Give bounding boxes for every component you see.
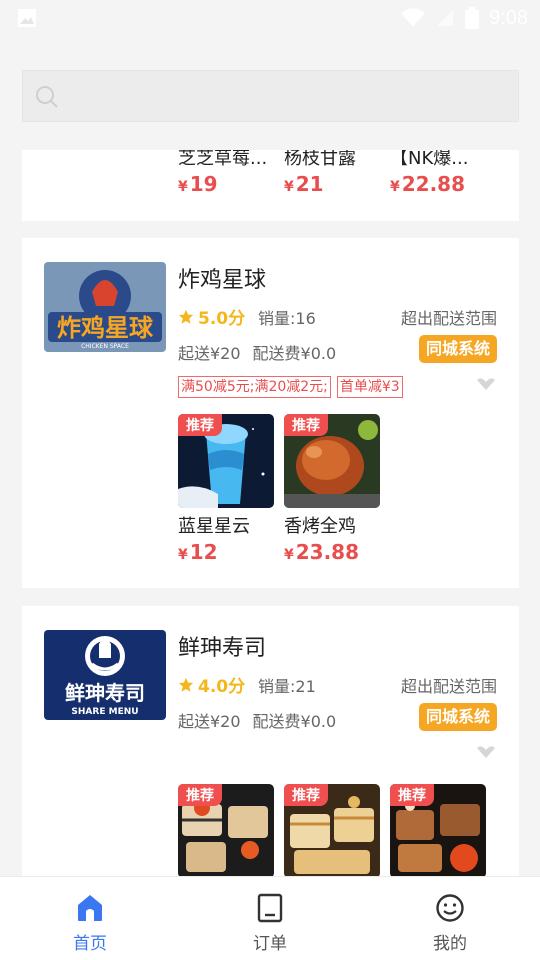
- shop-rating: 4.0分: [178, 672, 245, 697]
- product-item[interactable]: 推荐: [390, 784, 486, 876]
- tab-label: 订单: [253, 934, 287, 954]
- tab-home[interactable]: 首页: [0, 877, 180, 960]
- delivery-fee: 配送费¥0.0: [252, 712, 337, 731]
- shop-score: 5.0分: [198, 309, 246, 329]
- product-name: 芝芝草莓...: [178, 150, 268, 169]
- product-price: ¥23.88: [284, 540, 360, 564]
- city-system-tag: 同城系统: [418, 703, 497, 731]
- product-name: 蓝星星云: [178, 516, 250, 537]
- recommend-badge: 推荐: [178, 784, 222, 806]
- product-name: 【NK爆...: [390, 150, 469, 169]
- battery-icon: [465, 7, 480, 29]
- tab-label: 我的: [433, 934, 467, 954]
- order-icon: [257, 893, 283, 923]
- status-time: 9:08: [489, 6, 528, 29]
- recommend-badge: 推荐: [284, 414, 328, 436]
- shop-sales: 销量:21: [258, 677, 316, 696]
- svg-text:鲜珅寿司: 鲜珅寿司: [65, 681, 145, 705]
- delivery-fee: 配送费¥0.0: [252, 344, 337, 363]
- shop-fees: 起送¥20 配送费¥0.0: [178, 340, 336, 364]
- product-name: 香烤全鸡: [284, 516, 356, 537]
- svg-text:SHARE MENU: SHARE MENU: [71, 707, 138, 717]
- shop-card[interactable]: 鲜珅寿司 SHARE MENU 鲜珅寿司 4.0分 销量:21 超出配送范围 起…: [22, 606, 519, 876]
- product-price: ¥22.88: [390, 172, 466, 196]
- shop-logo: 鲜珅寿司 SHARE MENU: [44, 630, 166, 720]
- image-icon: [18, 9, 36, 27]
- recommend-badge: 推荐: [178, 414, 222, 436]
- product-image: 推荐: [178, 414, 274, 508]
- product-image: 推荐: [178, 784, 274, 876]
- recommend-badge: 推荐: [390, 784, 434, 806]
- promo-tag: 满50减5元;满20减2元;: [178, 376, 331, 398]
- promo-tags: 满50减5元;满20减2元; 首单减¥3: [178, 376, 403, 398]
- star-icon: [178, 677, 194, 692]
- shop-list[interactable]: 芝芝草莓... ¥19 杨枝甘露 ¥21 【NK爆... ¥22.88 炸鸡星球…: [0, 150, 540, 876]
- shop-sales: 销量:16: [258, 309, 316, 328]
- product-image: 推荐: [284, 784, 380, 876]
- product-name: 杨枝甘露: [284, 150, 356, 169]
- product-price: ¥19: [178, 172, 218, 196]
- svg-text:CHICKEN SPACE: CHICKEN SPACE: [81, 343, 129, 350]
- product-price: ¥21: [284, 172, 324, 196]
- delivery-range-status: 超出配送范围: [400, 677, 497, 696]
- min-order: 起送¥20: [178, 344, 241, 363]
- product-item[interactable]: 推荐: [284, 784, 380, 876]
- product-item[interactable]: 推荐 香烤全鸡 ¥23.88: [284, 414, 380, 564]
- star-icon: [178, 309, 194, 324]
- chevron-down-icon[interactable]: [477, 378, 495, 390]
- shop-score: 4.0分: [198, 677, 246, 697]
- product-item[interactable]: 推荐 蓝星星云 ¥12: [178, 414, 274, 564]
- status-bar: 9:08: [0, 0, 540, 36]
- home-icon: [78, 895, 102, 921]
- delivery-range-status: 超出配送范围: [400, 309, 497, 328]
- product-image: 推荐: [390, 784, 486, 876]
- chevron-down-icon[interactable]: [477, 746, 495, 758]
- signal-icon: [437, 10, 454, 26]
- product-price: ¥12: [178, 540, 218, 564]
- tab-label: 首页: [73, 934, 107, 954]
- shop-rating: 5.0分: [178, 304, 245, 329]
- shop-name: 炸鸡星球: [178, 268, 267, 293]
- shop-name: 鲜珅寿司: [178, 636, 267, 661]
- tab-orders[interactable]: 订单: [180, 877, 360, 960]
- search-icon: [36, 86, 58, 108]
- product-image: 推荐: [284, 414, 380, 508]
- smile-icon: [436, 894, 464, 922]
- wifi-icon: [401, 8, 426, 27]
- shop-card-partial[interactable]: 芝芝草莓... ¥19 杨枝甘露 ¥21 【NK爆... ¥22.88: [22, 150, 519, 221]
- tab-mine[interactable]: 我的: [360, 877, 540, 960]
- shop-card[interactable]: 炸鸡星球 CHICKEN SPACE 炸鸡星球 5.0分 销量:16 超出配送范…: [22, 238, 519, 588]
- bottom-tab-bar: 首页 订单 我的: [0, 876, 540, 960]
- product-item[interactable]: 推荐: [178, 784, 274, 876]
- shop-fees: 起送¥20 配送费¥0.0: [178, 708, 336, 732]
- shop-logo: 炸鸡星球 CHICKEN SPACE: [44, 262, 166, 352]
- min-order: 起送¥20: [178, 712, 241, 731]
- svg-text:炸鸡星球: 炸鸡星球: [57, 314, 154, 342]
- recommend-badge: 推荐: [284, 784, 328, 806]
- search-input[interactable]: [22, 70, 519, 122]
- promo-tag: 首单减¥3: [336, 376, 403, 398]
- city-system-tag: 同城系统: [418, 335, 497, 363]
